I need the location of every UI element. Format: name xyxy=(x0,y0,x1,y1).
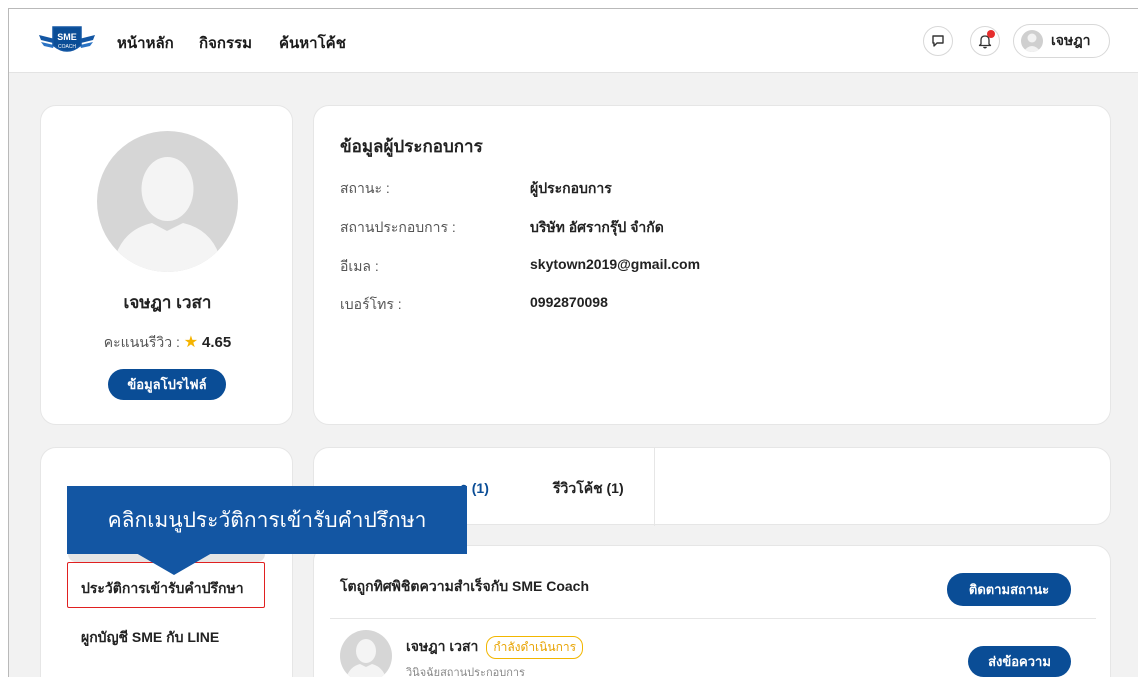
callout-arrow xyxy=(136,553,212,575)
user-avatar xyxy=(1021,30,1043,52)
nav-link-activities[interactable]: กิจกรรม xyxy=(199,31,252,55)
nav-link-find-coach[interactable]: ค้นหาโค้ช xyxy=(279,31,346,55)
send-message-button[interactable]: ส่งข้อความ xyxy=(968,646,1071,677)
profile-avatar xyxy=(97,131,238,272)
info-title: ข้อมูลผู้ประกอบการ xyxy=(340,137,483,156)
coach-avatar xyxy=(340,630,392,677)
svg-text:SME: SME xyxy=(57,32,77,42)
info-label: สถานะ : xyxy=(340,180,390,196)
coach-name: เจษฎา เวสา xyxy=(406,638,479,654)
list-divider xyxy=(330,618,1096,619)
tab-coach-reviews[interactable]: รีวิวโค้ช (1) xyxy=(553,478,624,500)
info-label: อีเมล : xyxy=(340,258,379,274)
rating-label: คะแนนรีวิว : xyxy=(103,334,180,350)
rating: คะแนนรีวิว : ★ 4.65 xyxy=(41,332,294,354)
consult-type: วินิจฉัยสถานประกอบการ xyxy=(406,667,525,677)
top-navbar: SME COACH หน้าหลัก กิจกรรม ค้นหาโค้ช เจษ… xyxy=(9,9,1138,73)
user-name: เจษฎา xyxy=(1051,32,1091,48)
profile-info-button[interactable]: ข้อมูลโปรไฟล์ xyxy=(108,369,226,400)
info-label: เบอร์โทร : xyxy=(340,296,402,312)
profile-name: เจษฎา เวสา xyxy=(123,293,212,312)
profile-card: เจษฎา เวสา คะแนนรีวิว : ★ 4.65 ข้อมูลโปร… xyxy=(40,105,293,425)
info-value: ผู้ประกอบการ xyxy=(530,180,612,196)
notification-button[interactable] xyxy=(970,26,1000,56)
sme-coach-logo[interactable]: SME COACH xyxy=(37,21,97,61)
info-value: skytown2019@gmail.com xyxy=(530,256,701,272)
chat-icon xyxy=(932,35,944,47)
info-value: 0992870098 xyxy=(530,294,608,310)
app-window: SME COACH หน้าหลัก กิจกรรม ค้นหาโค้ช เจษ… xyxy=(8,8,1138,677)
notification-dot xyxy=(987,30,995,38)
coach-name-row: เจษฎา เวสา กำลังดำเนินการ xyxy=(406,636,584,659)
track-status-button[interactable]: ติดตามสถานะ xyxy=(947,573,1071,606)
status-badge: กำลังดำเนินการ xyxy=(486,636,584,659)
tab-divider xyxy=(654,448,655,526)
info-label: สถานประกอบการ : xyxy=(340,219,456,235)
instruction-callout: คลิกเมนูประวัติการเข้ารับคำปรึกษา xyxy=(67,486,467,554)
info-value: บริษัท อัศรากรุ๊ป จำกัด xyxy=(530,219,664,235)
menu-item-link-line[interactable]: ผูกบัญชี SME กับ LINE xyxy=(81,627,219,649)
user-menu-button[interactable]: เจษฎา xyxy=(1013,24,1110,58)
consult-list-card: โตถูกทิศพิชิตความสำเร็จกับ SME Coach ติด… xyxy=(313,545,1111,677)
entrepreneur-info-card: ข้อมูลผู้ประกอบการ สถานะ : ผู้ประกอบการ … xyxy=(313,105,1111,425)
svg-text:COACH: COACH xyxy=(58,44,76,50)
star-icon: ★ xyxy=(183,334,199,351)
chat-button[interactable] xyxy=(923,26,953,56)
consult-program-title: โตถูกทิศพิชิตความสำเร็จกับ SME Coach xyxy=(340,578,589,594)
nav-link-home[interactable]: หน้าหลัก xyxy=(117,31,174,55)
rating-value: 4.65 xyxy=(202,334,232,351)
